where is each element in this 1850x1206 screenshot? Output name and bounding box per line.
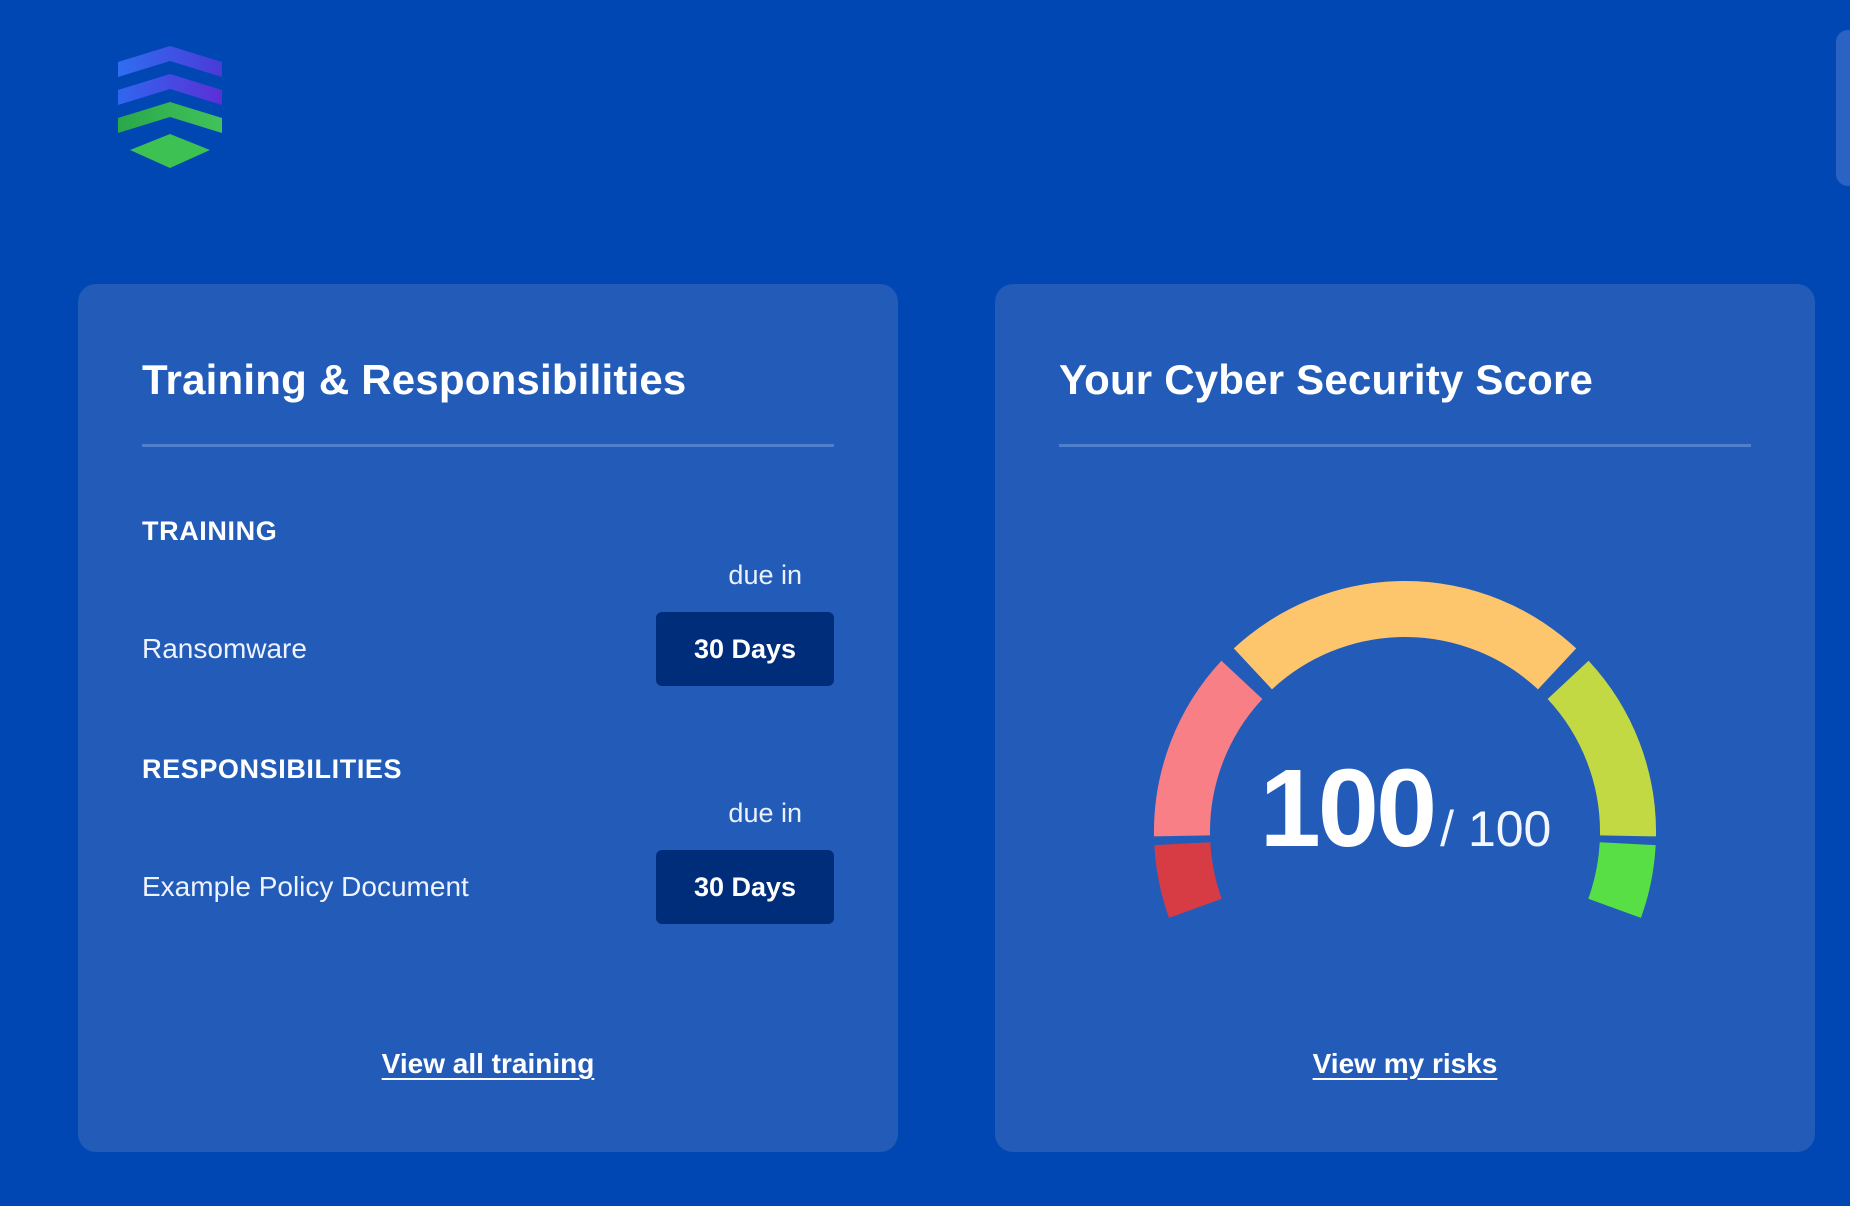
view-my-risks-link[interactable]: View my risks [995, 1048, 1815, 1080]
gauge-segment-pink [1153, 660, 1263, 837]
side-panel-tab[interactable] [1836, 30, 1850, 186]
gauge-segment-green [1588, 841, 1656, 918]
card-divider [142, 444, 834, 447]
responsibilities-heading: RESPONSIBILITIES [142, 754, 403, 784]
training-responsibilities-card: Training & Responsibilities TRAINING due… [78, 284, 898, 1152]
due-badge[interactable]: 30 Days [656, 850, 834, 924]
gauge-segment-red [1154, 841, 1222, 918]
company-logo [118, 46, 222, 170]
view-all-training-link[interactable]: View all training [78, 1048, 898, 1080]
card-title: Training & Responsibilities [142, 356, 687, 403]
due-badge[interactable]: 30 Days [656, 612, 834, 686]
due-label: due in [728, 560, 802, 590]
due-label: due in [728, 798, 802, 828]
stacked-chevrons-logo-icon [118, 46, 222, 168]
gauge-segment-lime [1547, 660, 1657, 837]
score-max: / 100 [1440, 801, 1552, 857]
score-display: 100/ 100 [1239, 754, 1572, 864]
cyber-security-score-card: Your Cyber Security Score 100/ 100 View … [995, 284, 1815, 1152]
score-value: 100 [1259, 747, 1438, 870]
gauge-segment-orange [1233, 581, 1577, 690]
training-heading: TRAINING [142, 516, 278, 546]
training-item-name: Ransomware [142, 633, 307, 664]
score-gauge [1153, 581, 1657, 918]
responsibility-item-name: Example Policy Document [142, 871, 469, 902]
